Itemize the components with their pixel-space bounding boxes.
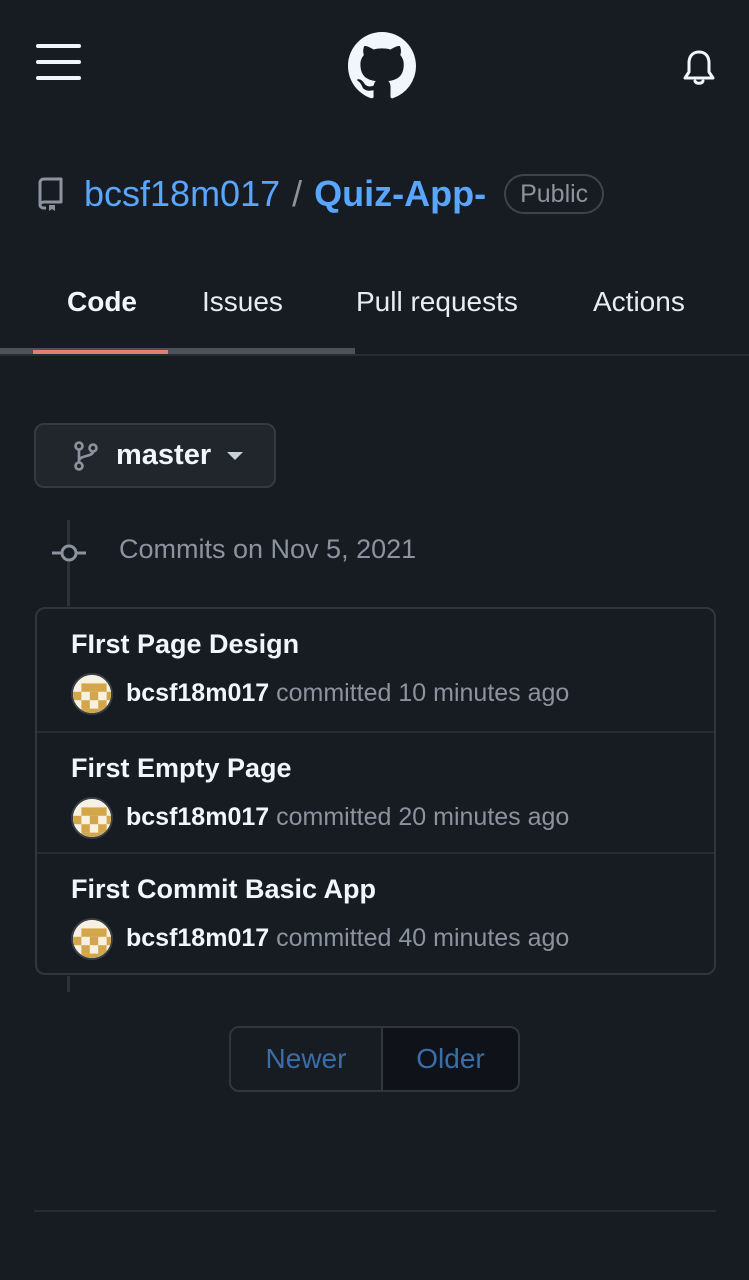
tab-pull-requests[interactable]: Pull requests — [356, 286, 518, 318]
timeline-line-bottom — [67, 976, 70, 992]
tab-actions[interactable]: Actions — [593, 286, 685, 318]
branch-name: master — [116, 439, 212, 471]
repo-path-separator: / — [292, 173, 303, 214]
hamburger-menu-icon[interactable] — [36, 44, 81, 80]
github-octocat-icon[interactable] — [348, 32, 416, 100]
repo-tabs: Code Issues Pull requests Actions — [0, 270, 749, 356]
newer-button[interactable]: Newer — [231, 1028, 383, 1090]
commit-meta: bcsf18m017 committed 20 minutes ago — [126, 803, 569, 832]
identicon-icon — [73, 920, 111, 958]
commit-list: FIrst Page Design bcsf18m017 committed 1… — [35, 607, 716, 975]
commit-verb: committed — [276, 679, 392, 707]
top-bar — [0, 0, 749, 130]
commit-meta: bcsf18m017 committed 40 minutes ago — [126, 924, 569, 953]
pagination: Newer Older — [229, 1026, 520, 1092]
identicon-icon — [73, 675, 111, 713]
repo-book-icon — [38, 177, 63, 211]
repo-name-link[interactable]: Quiz-App- — [314, 173, 486, 215]
avatar[interactable] — [71, 918, 113, 960]
avatar[interactable] — [71, 797, 113, 839]
commit-meta: bcsf18m017 committed 10 minutes ago — [126, 679, 569, 708]
commit-time: 10 minutes ago — [398, 679, 570, 707]
commit-node-icon — [52, 544, 86, 562]
active-tab-underline — [33, 350, 168, 354]
commit-author-link[interactable]: bcsf18m017 — [126, 924, 269, 952]
commit-title[interactable]: First Empty Page — [71, 753, 292, 784]
avatar[interactable] — [71, 673, 113, 715]
bell-icon[interactable] — [682, 48, 716, 86]
commit-row[interactable]: First Commit Basic App bcsf18m017 commit… — [37, 852, 714, 973]
chevron-down-icon — [227, 451, 244, 460]
commit-row[interactable]: First Empty Page bcsf18m017 committed 20… — [37, 731, 714, 852]
commit-row[interactable]: FIrst Page Design bcsf18m017 committed 1… — [37, 609, 714, 730]
identicon-icon — [73, 799, 111, 837]
commit-time: 40 minutes ago — [398, 924, 570, 952]
repo-owner-link[interactable]: bcsf18m017 — [84, 173, 280, 215]
visibility-badge: Public — [504, 174, 605, 214]
repo-heading: bcsf18m017 / Quiz-App- Public — [36, 170, 605, 218]
older-button[interactable]: Older — [383, 1028, 518, 1090]
commit-author-link[interactable]: bcsf18m017 — [126, 679, 269, 707]
tab-code[interactable]: Code — [67, 286, 137, 318]
commit-time: 20 minutes ago — [398, 803, 570, 831]
tab-issues[interactable]: Issues — [202, 286, 283, 318]
commit-verb: committed — [276, 924, 392, 952]
commit-verb: committed — [276, 803, 392, 831]
commit-title[interactable]: First Commit Basic App — [71, 874, 376, 905]
branch-selector-button[interactable]: master — [34, 423, 276, 488]
commit-title[interactable]: FIrst Page Design — [71, 629, 299, 660]
git-branch-icon — [74, 440, 98, 471]
commit-author-link[interactable]: bcsf18m017 — [126, 803, 269, 831]
footer-divider — [34, 1210, 716, 1212]
commits-date-heading: Commits on Nov 5, 2021 — [119, 534, 417, 564]
